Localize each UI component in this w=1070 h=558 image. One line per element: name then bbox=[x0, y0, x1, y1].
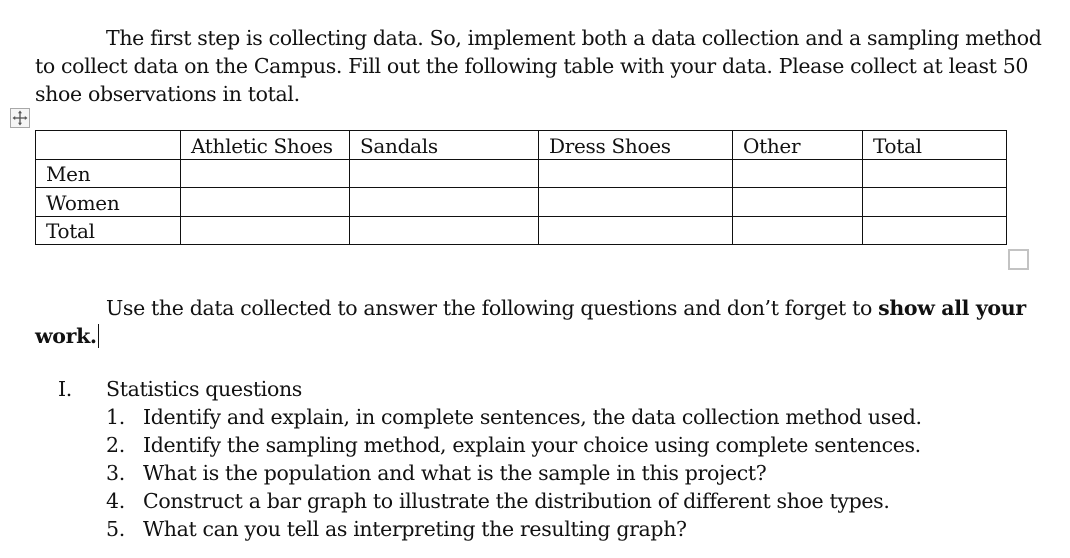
cell-men-other[interactable] bbox=[732, 158, 863, 188]
header-cell-dress-shoes[interactable]: Dress Shoes bbox=[538, 130, 733, 160]
instruction-line-1: Use the data collected to answer the fol… bbox=[106, 294, 1026, 322]
cell-total-other[interactable] bbox=[732, 215, 863, 245]
header-cell-athletic-shoes[interactable]: Athletic Shoes bbox=[180, 130, 350, 160]
header-cell-corner[interactable] bbox=[35, 130, 181, 160]
header-cell-total[interactable]: Total bbox=[862, 130, 1007, 160]
question-2-number: 2. bbox=[106, 433, 125, 457]
question-4-text: Construct a bar graph to illustrate the … bbox=[143, 489, 890, 513]
table-row-total: Total bbox=[35, 215, 1007, 245]
question-5-number: 5. bbox=[106, 517, 125, 541]
cell-total-total[interactable] bbox=[862, 215, 1007, 245]
intro-line-3: shoe observations in total. bbox=[35, 82, 300, 106]
table-move-handle[interactable] bbox=[10, 108, 30, 128]
table-row-men: Men bbox=[35, 158, 1007, 188]
row-label-total[interactable]: Total bbox=[35, 215, 181, 245]
move-arrows-icon bbox=[12, 110, 28, 126]
question-5-text: What can you tell as interpreting the re… bbox=[143, 517, 687, 541]
question-3-text: What is the population and what is the s… bbox=[143, 461, 767, 485]
question-2-text: Identify the sampling method, explain yo… bbox=[143, 433, 921, 457]
header-cell-other[interactable]: Other bbox=[732, 130, 863, 160]
text-cursor bbox=[97, 324, 99, 348]
question-4-number: 4. bbox=[106, 489, 125, 513]
question-1-number: 1. bbox=[106, 405, 125, 429]
question-1-text: Identify and explain, in complete senten… bbox=[143, 405, 922, 429]
cell-men-dress-shoes[interactable] bbox=[538, 158, 733, 188]
cell-total-athletic-shoes[interactable] bbox=[180, 215, 350, 245]
instruction-text: Use the data collected to answer the fol… bbox=[106, 296, 879, 320]
cell-women-other[interactable] bbox=[732, 187, 863, 217]
instruction-line-2: work. bbox=[35, 322, 99, 350]
cell-men-sandals[interactable] bbox=[349, 158, 539, 188]
cell-women-athletic-shoes[interactable] bbox=[180, 187, 350, 217]
intro-line-1: The first step is collecting data. So, i… bbox=[106, 26, 1042, 50]
intro-line-2: to collect data on the Campus. Fill out … bbox=[35, 54, 1029, 78]
cell-total-dress-shoes[interactable] bbox=[538, 215, 733, 245]
table-resize-handle[interactable] bbox=[1008, 249, 1029, 270]
table-header-row: Athletic Shoes Sandals Dress Shoes Other… bbox=[35, 130, 1007, 160]
instruction-bold-text-end: work. bbox=[35, 324, 97, 348]
section-title: Statistics questions bbox=[106, 377, 302, 401]
row-label-women[interactable]: Women bbox=[35, 187, 181, 217]
table-row-women: Women bbox=[35, 187, 1007, 217]
section-numeral: I. bbox=[58, 377, 72, 401]
row-label-men[interactable]: Men bbox=[35, 158, 181, 188]
cell-men-total[interactable] bbox=[862, 158, 1007, 188]
cell-men-athletic-shoes[interactable] bbox=[180, 158, 350, 188]
shoe-observation-table: Athletic Shoes Sandals Dress Shoes Other… bbox=[35, 130, 1007, 245]
cell-women-total[interactable] bbox=[862, 187, 1007, 217]
header-cell-sandals[interactable]: Sandals bbox=[349, 130, 539, 160]
cell-total-sandals[interactable] bbox=[349, 215, 539, 245]
instruction-bold-text: show all your bbox=[878, 296, 1026, 320]
cell-women-sandals[interactable] bbox=[349, 187, 539, 217]
question-3-number: 3. bbox=[106, 461, 125, 485]
cell-women-dress-shoes[interactable] bbox=[538, 187, 733, 217]
